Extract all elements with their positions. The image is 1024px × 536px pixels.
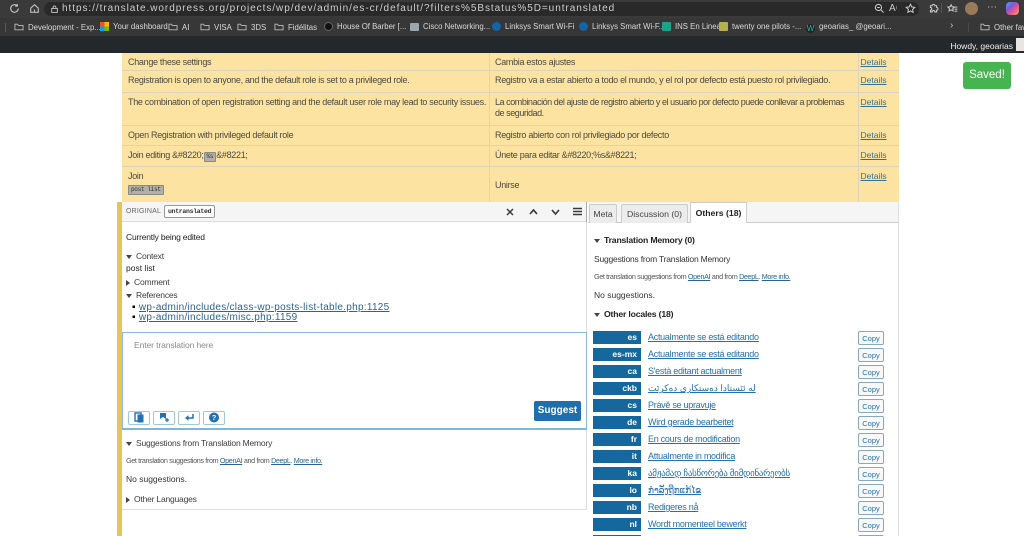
svg-text:?: ?: [211, 413, 216, 422]
